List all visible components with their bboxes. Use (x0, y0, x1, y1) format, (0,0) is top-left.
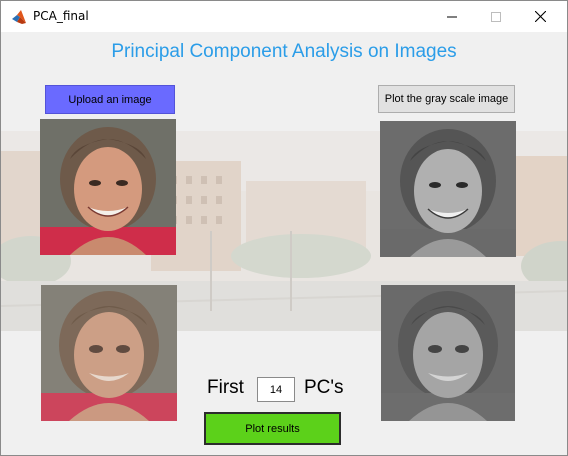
reconstructed-grayscale-image (381, 285, 515, 421)
app-heading: Principal Component Analysis on Images (111, 41, 457, 62)
plot-results-button[interactable]: Plot results (204, 412, 341, 445)
matlab-logo-icon (11, 9, 27, 25)
minimize-icon (447, 16, 457, 17)
close-icon (534, 11, 546, 22)
original-color-image (40, 119, 176, 255)
plot-grayscale-button[interactable]: Plot the gray scale image (378, 85, 515, 113)
close-button[interactable] (517, 1, 563, 32)
pc-count-input[interactable] (257, 377, 295, 402)
pc-prefix-label: First (207, 377, 244, 398)
grayscale-image (380, 121, 516, 257)
window-title: PCA_final (33, 9, 89, 23)
figure-area: Principal Component Analysis on Images U… (1, 32, 567, 455)
pca-window: PCA_final Principal Component Analysis o… (0, 0, 568, 456)
maximize-button[interactable] (473, 1, 519, 32)
reconstructed-color-image (41, 285, 177, 421)
minimize-button[interactable] (429, 1, 475, 32)
pc-suffix-label: PC's (304, 377, 344, 398)
upload-image-button[interactable]: Upload an image (45, 85, 175, 114)
maximize-icon (491, 11, 501, 22)
title-bar[interactable]: PCA_final (1, 1, 567, 32)
